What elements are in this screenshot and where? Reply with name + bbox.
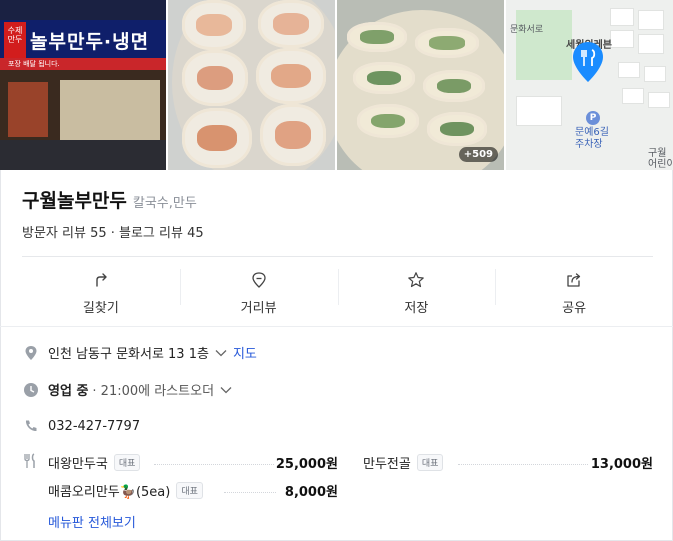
clock-icon <box>22 381 40 399</box>
share-icon <box>567 273 581 287</box>
section-separator <box>0 326 673 327</box>
menu-item-name: 만두전골 <box>363 457 411 472</box>
address-row: 인천 남동구 문화서로 13 1층 지도 <box>22 343 257 362</box>
menu-item-badge: 대표 <box>113 454 141 471</box>
hours-detail: · 21:00에 라스트오더 <box>92 384 215 399</box>
place-category: 칼국수,만두 <box>132 196 197 211</box>
location-pin-icon <box>22 344 40 362</box>
photo-dumplings-2[interactable]: +509 <box>337 0 504 170</box>
utensils-icon <box>22 453 38 473</box>
directions-button[interactable]: 길찾기 <box>22 257 180 325</box>
title-row: 구월놀부만두 칼국수,만두 <box>22 186 197 213</box>
photo-sky <box>0 0 166 22</box>
menu-item-price: 25,000원 <box>275 457 338 472</box>
map-building <box>610 8 634 26</box>
phone-icon <box>22 417 40 435</box>
map-building <box>644 66 666 82</box>
map-link[interactable]: 지도 <box>233 343 257 362</box>
map-building <box>610 30 634 48</box>
phone-row: 032-427-7797 <box>22 417 140 435</box>
photo-strip: 수제만두 놀부만두·냉면 포장 배달 됩니다. +509 문화서로 <box>0 0 673 170</box>
dumpling <box>427 112 487 146</box>
share-button[interactable]: 공유 <box>495 257 653 325</box>
map-building <box>648 92 670 108</box>
save-label: 저장 <box>404 301 429 316</box>
streetview-button[interactable]: 거리뷰 <box>179 257 338 325</box>
menu-item[interactable]: 대왕만두국 대표 <box>48 453 141 472</box>
dumpling <box>182 50 248 106</box>
dumpling <box>256 48 326 104</box>
menu-item[interactable]: 매콤오리만두🦆(5ea) 대표 <box>48 481 203 500</box>
dumpling <box>423 70 485 102</box>
more-photos-count[interactable]: +509 <box>458 147 498 162</box>
hours-row: 영업 중 · 21:00에 라스트오더 <box>22 380 232 399</box>
menu-item-badge: 대표 <box>176 482 203 499</box>
map-road-label: 문화서로 <box>510 25 544 35</box>
dumpling <box>347 22 407 52</box>
action-bar: 길찾기 거리뷰 저장 공유 <box>22 257 653 325</box>
street <box>0 140 166 170</box>
dumpling <box>357 104 419 138</box>
menu-item-price: 8,000원 <box>284 485 338 500</box>
directions-icon <box>96 273 107 287</box>
dumpling <box>415 28 479 58</box>
store-window <box>60 80 160 140</box>
dumpling <box>353 62 415 94</box>
menu-item[interactable]: 만두전골 대표 <box>363 453 444 472</box>
map-parking-label: 문예6길 주차장 <box>575 127 609 150</box>
menu-item-name: 매콤오리만두🦆(5ea) <box>48 485 171 500</box>
dumpling <box>182 0 246 50</box>
map-pin-icon <box>573 42 603 82</box>
streetview-icon <box>251 272 266 288</box>
streetview-label: 거리뷰 <box>240 301 277 316</box>
photo-dumplings[interactable] <box>168 0 335 170</box>
map-building <box>622 88 644 104</box>
dumpling <box>258 0 324 48</box>
map-building <box>618 62 640 78</box>
phone-number[interactable]: 032-427-7797 <box>48 419 140 434</box>
menu-item-price: 13,000원 <box>590 457 653 472</box>
share-label: 공유 <box>562 301 587 316</box>
menu-item-name: 대왕만두국 <box>48 457 108 472</box>
star-icon <box>408 272 425 288</box>
parking-icon: P <box>586 111 600 125</box>
address-expand-icon[interactable] <box>215 349 227 357</box>
map-park <box>516 10 572 80</box>
full-menu-link[interactable]: 메뉴판 전체보기 <box>48 512 136 531</box>
address-text: 인천 남동구 문화서로 13 1층 <box>48 347 209 362</box>
store-strip: 포장 배달 됩니다. <box>0 58 166 70</box>
dumpling <box>260 104 326 166</box>
save-button[interactable]: 저장 <box>337 257 496 325</box>
map-building <box>638 34 664 54</box>
menu-item-badge: 대표 <box>416 454 444 471</box>
hours-status: 영업 중 <box>48 384 89 399</box>
red-sign: 수제만두 <box>4 22 26 58</box>
map-area-label: 구월 어린이 <box>648 148 673 170</box>
photo-storefront[interactable]: 수제만두 놀부만두·냉면 포장 배달 됩니다. <box>0 0 166 170</box>
dumpling <box>182 108 252 168</box>
place-title[interactable]: 구월놀부만두 <box>22 186 127 213</box>
review-summary[interactable]: 방문자 리뷰 55 · 블로그 리뷰 45 <box>22 222 204 241</box>
map-building <box>638 10 664 30</box>
store-sign-text: 놀부만두·냉면 <box>30 31 150 53</box>
hours-expand-icon[interactable] <box>220 386 232 394</box>
store-door <box>8 82 48 137</box>
map-building <box>516 96 562 126</box>
directions-label: 길찾기 <box>82 301 119 316</box>
